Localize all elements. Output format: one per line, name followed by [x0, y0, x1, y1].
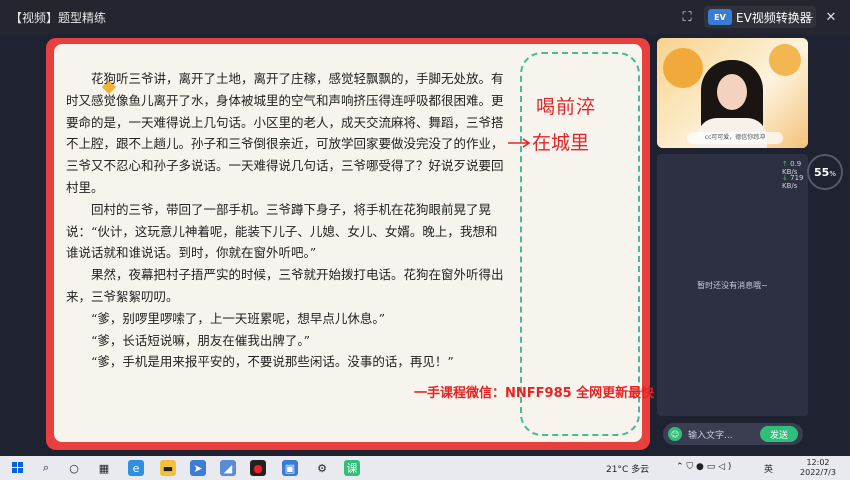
cpu-usage-ring[interactable]: 55%	[807, 154, 843, 190]
chat-empty-message: 暂时还没有消息哦~	[697, 281, 768, 290]
clock[interactable]: 12:02 2022/7/3	[798, 458, 838, 478]
windows-start-icon[interactable]	[10, 460, 26, 476]
close-icon[interactable]: ✕	[818, 0, 844, 34]
reading-passage: 花狗听三爷讲，离开了土地，离开了庄稼，感觉轻飘飘的，手脚无处放。有时又感觉像鱼儿…	[66, 68, 506, 373]
camera-caption: cc可可爱，德信你踪冲	[687, 132, 783, 144]
record-icon[interactable]: ●	[250, 460, 266, 476]
handwritten-annotation: 在城里	[532, 132, 590, 154]
file-explorer-icon[interactable]: ▬	[160, 460, 176, 476]
send-button[interactable]: 发送	[760, 426, 798, 442]
app-icon[interactable]: ➤	[190, 460, 206, 476]
title-bar: 【视频】题型精练 EV EV视频转换器 ⛶ — ✕	[0, 0, 850, 34]
flower-icon	[663, 48, 703, 88]
crop-icon[interactable]: ⛶	[674, 0, 700, 34]
passage-paragraph: 果然，夜幕把村子捂严实的时候，三爷就开始拨打电话。花狗在窗外听得出来，三爷絮絮叨…	[66, 267, 504, 304]
passage-paragraph: “爹，别啰里啰嗦了，上一天班累呢，想早点儿休息。”	[91, 310, 386, 326]
flower-icon	[769, 44, 801, 76]
passage-paragraph: 花狗听三爷讲，离开了土地，离开了庄稼，感觉轻飘飘的，手脚无处放。有时又感觉像鱼儿…	[66, 71, 504, 195]
tray-icons[interactable]: ⌃ ⛉ ● ▭ ◁ )	[676, 462, 731, 472]
cortana-icon[interactable]: ○	[66, 460, 82, 476]
weather-status[interactable]: 21°C 多云	[606, 462, 649, 475]
handwritten-annotation: 喝前淬	[536, 96, 597, 118]
chat-input-placeholder: 输入文字...	[688, 431, 733, 441]
search-icon[interactable]: ⌕	[38, 460, 54, 476]
app-icon[interactable]: ⚙	[314, 460, 330, 476]
taskbar: ⌕ ○ ▦ e ▬ ➤ ◢ ● ▣ ⚙ 课 21°C 多云 ⌃ ⛉ ● ▭ ◁ …	[0, 456, 850, 480]
app-icon[interactable]: ◢	[220, 460, 236, 476]
passage-paragraph: 回村的三爷，带回了一部手机。三爷蹲下身子，将手机在花狗眼前晃了晃说：“伙计，这玩…	[66, 201, 498, 261]
passage-paragraph: “爹，手机是用来报平安的，不要说那些闲话。没事的话，再见！”	[91, 354, 454, 370]
classroom-app-icon[interactable]: 课	[344, 460, 360, 476]
ime-indicator[interactable]: 英	[764, 462, 773, 475]
task-view-icon[interactable]: ▦	[96, 460, 112, 476]
window-title: 【视频】题型精练	[10, 11, 107, 25]
chat-icon[interactable]: ☺	[668, 427, 682, 441]
edge-browser-icon[interactable]: e	[128, 460, 144, 476]
arrow-icon	[508, 138, 531, 148]
teacher-camera: cc可可爱，德信你踪冲	[657, 38, 808, 148]
ev-converter-icon[interactable]: ▣	[282, 460, 298, 476]
minimize-icon[interactable]: —	[794, 0, 820, 34]
ev-logo-icon: EV	[708, 9, 732, 25]
passage-paragraph: “爹，长话短说嘛，朋友在催我出牌了。”	[91, 332, 311, 348]
